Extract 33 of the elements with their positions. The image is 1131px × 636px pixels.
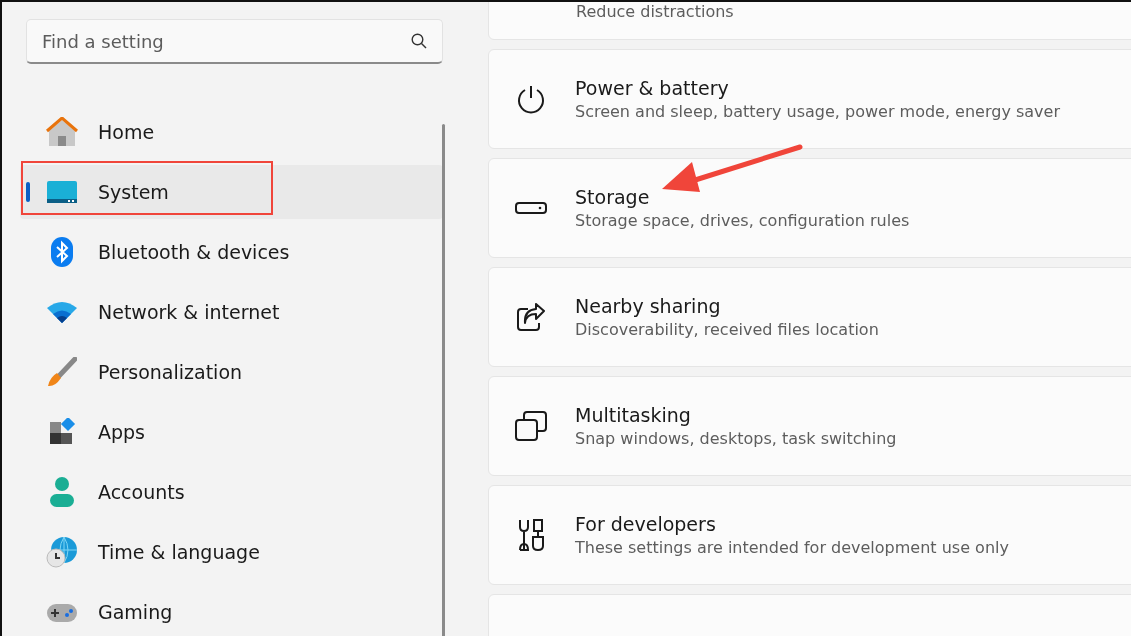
monitor-icon <box>44 181 80 203</box>
nav-item[interactable]: System <box>20 165 443 219</box>
card-title: For developers <box>575 513 717 535</box>
search-icon <box>411 33 427 49</box>
card-title: Power & battery <box>575 77 730 99</box>
card-description: Reduce distractions <box>576 2 734 21</box>
setting-card[interactable]: Storage Storage space, drives, configuration rules <box>488 158 1131 258</box>
card-title: Nearby sharing <box>575 295 722 317</box>
scrollbar[interactable] <box>442 124 445 636</box>
card-description: These settings are intended for development use only <box>575 538 1009 557</box>
nav-item[interactable]: Apps <box>20 405 443 459</box>
card-title: Multitasking <box>575 404 692 426</box>
setting-card[interactable]: Power & battery Screen and sleep, battery usage, power mode, energy saver <box>488 49 1131 149</box>
gamepad-icon <box>44 601 80 623</box>
home-icon <box>44 117 80 147</box>
card-description: Screen and sleep, battery usage, power mode, energy saver <box>575 102 1060 121</box>
nav-item[interactable]: Personalization <box>20 345 443 399</box>
card-description: Snap windows, desktops, task switching <box>575 429 897 448</box>
card-title: Storage <box>575 186 651 208</box>
setting-card[interactable]: Multitasking Snap windows, desktops, task switching <box>488 376 1131 476</box>
nav-item[interactable]: Time & language <box>20 525 443 579</box>
nav-item[interactable]: Accounts <box>20 465 443 519</box>
card-description: Storage space, drives, configuration rules <box>575 211 910 230</box>
setting-card[interactable]: Nearby sharing Discoverability, received files location <box>488 267 1131 367</box>
nav-item[interactable]: Home <box>20 105 443 159</box>
nav-item[interactable]: Bluetooth & devices <box>20 225 443 279</box>
nav-item[interactable]: Network & internet <box>20 285 443 339</box>
globe-clock-icon <box>44 536 80 568</box>
setting-card[interactable]: For developers These settings are intended for development use only <box>488 485 1131 585</box>
search-field[interactable]: Find a setting <box>26 19 443 64</box>
card-description: Discoverability, received files location <box>575 320 879 339</box>
nav-item[interactable]: Gaming <box>20 585 443 636</box>
selection-indicator <box>26 182 30 202</box>
